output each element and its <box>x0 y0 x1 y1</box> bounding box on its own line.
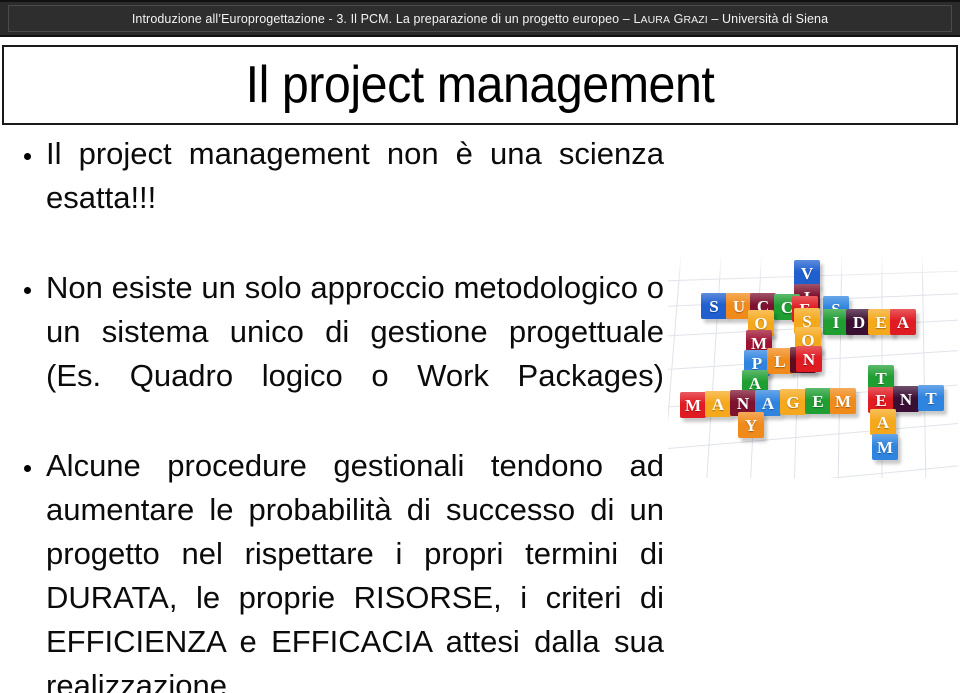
header-author-first-cap: L <box>633 11 641 26</box>
crossword-cube-a-33: A <box>870 409 896 435</box>
crossword-cube-t-31: T <box>918 385 944 411</box>
bullet-dot-icon <box>24 287 31 294</box>
crossword-cube-a-13: A <box>890 309 916 335</box>
crossword-cube-n-30: N <box>893 386 919 412</box>
slide: Introduzione all’Europrogettazione - 3. … <box>0 0 960 693</box>
list-item: Alcune procedure gestionali tendono ad a… <box>6 444 664 693</box>
bullet-dot-icon <box>24 465 31 472</box>
page-title: Il project management <box>245 56 715 114</box>
list-item: Non esiste un solo approccio metodologic… <box>6 266 664 442</box>
slide-title-box: Il project management <box>2 45 958 125</box>
header-text-after: – Università di Siena <box>707 11 829 26</box>
bullet-dot-icon <box>24 153 31 160</box>
crossword-cube-y-32: Y <box>738 412 764 438</box>
slide-header-bar: Introduzione all’Europrogettazione - 3. … <box>0 0 960 37</box>
bullet-text: Il project management non è una scienza … <box>46 136 664 215</box>
crossword-cubes-image: VISUCCESSOIDEAMOPLANATMANAGEMENTYAM <box>668 252 958 478</box>
header-author-last-rest: RAZI <box>683 13 708 26</box>
bullet-list: Il project management non è una scienza … <box>6 132 664 693</box>
bullet-text: Alcune procedure gestionali tendono ad a… <box>46 448 664 693</box>
crossword-cube-g-26: G <box>780 389 806 415</box>
slide-body: Il project management non è una scienza … <box>0 132 672 693</box>
crossword-cube-m-22: M <box>680 392 706 418</box>
bullet-text: Non esiste un solo approccio metodologic… <box>46 270 664 393</box>
crossword-cube-a-23: A <box>705 391 731 417</box>
header-author-first-rest: AURA <box>640 13 671 26</box>
crossword-cube-m-34: M <box>872 434 898 460</box>
crossword-cube-stage: VISUCCESSOIDEAMOPLANATMANAGEMENTYAM <box>668 252 958 478</box>
header-author-last-cap: G <box>673 11 684 26</box>
crossword-cube-s-2: S <box>701 293 727 319</box>
crossword-cube-n-19: N <box>796 346 822 372</box>
list-item: Il project management non è una scienza … <box>6 132 664 264</box>
crossword-cube-v-0: V <box>794 260 820 286</box>
crossword-cube-e-27: E <box>805 388 831 414</box>
crossword-cube-m-28: M <box>830 388 856 414</box>
slide-header-inner-frame: Introduzione all’Europrogettazione - 3. … <box>8 5 952 32</box>
header-text-before: Introduzione all’Europrogettazione - 3. … <box>131 11 634 26</box>
slide-header-text: Introduzione all’Europrogettazione - 3. … <box>132 12 828 26</box>
